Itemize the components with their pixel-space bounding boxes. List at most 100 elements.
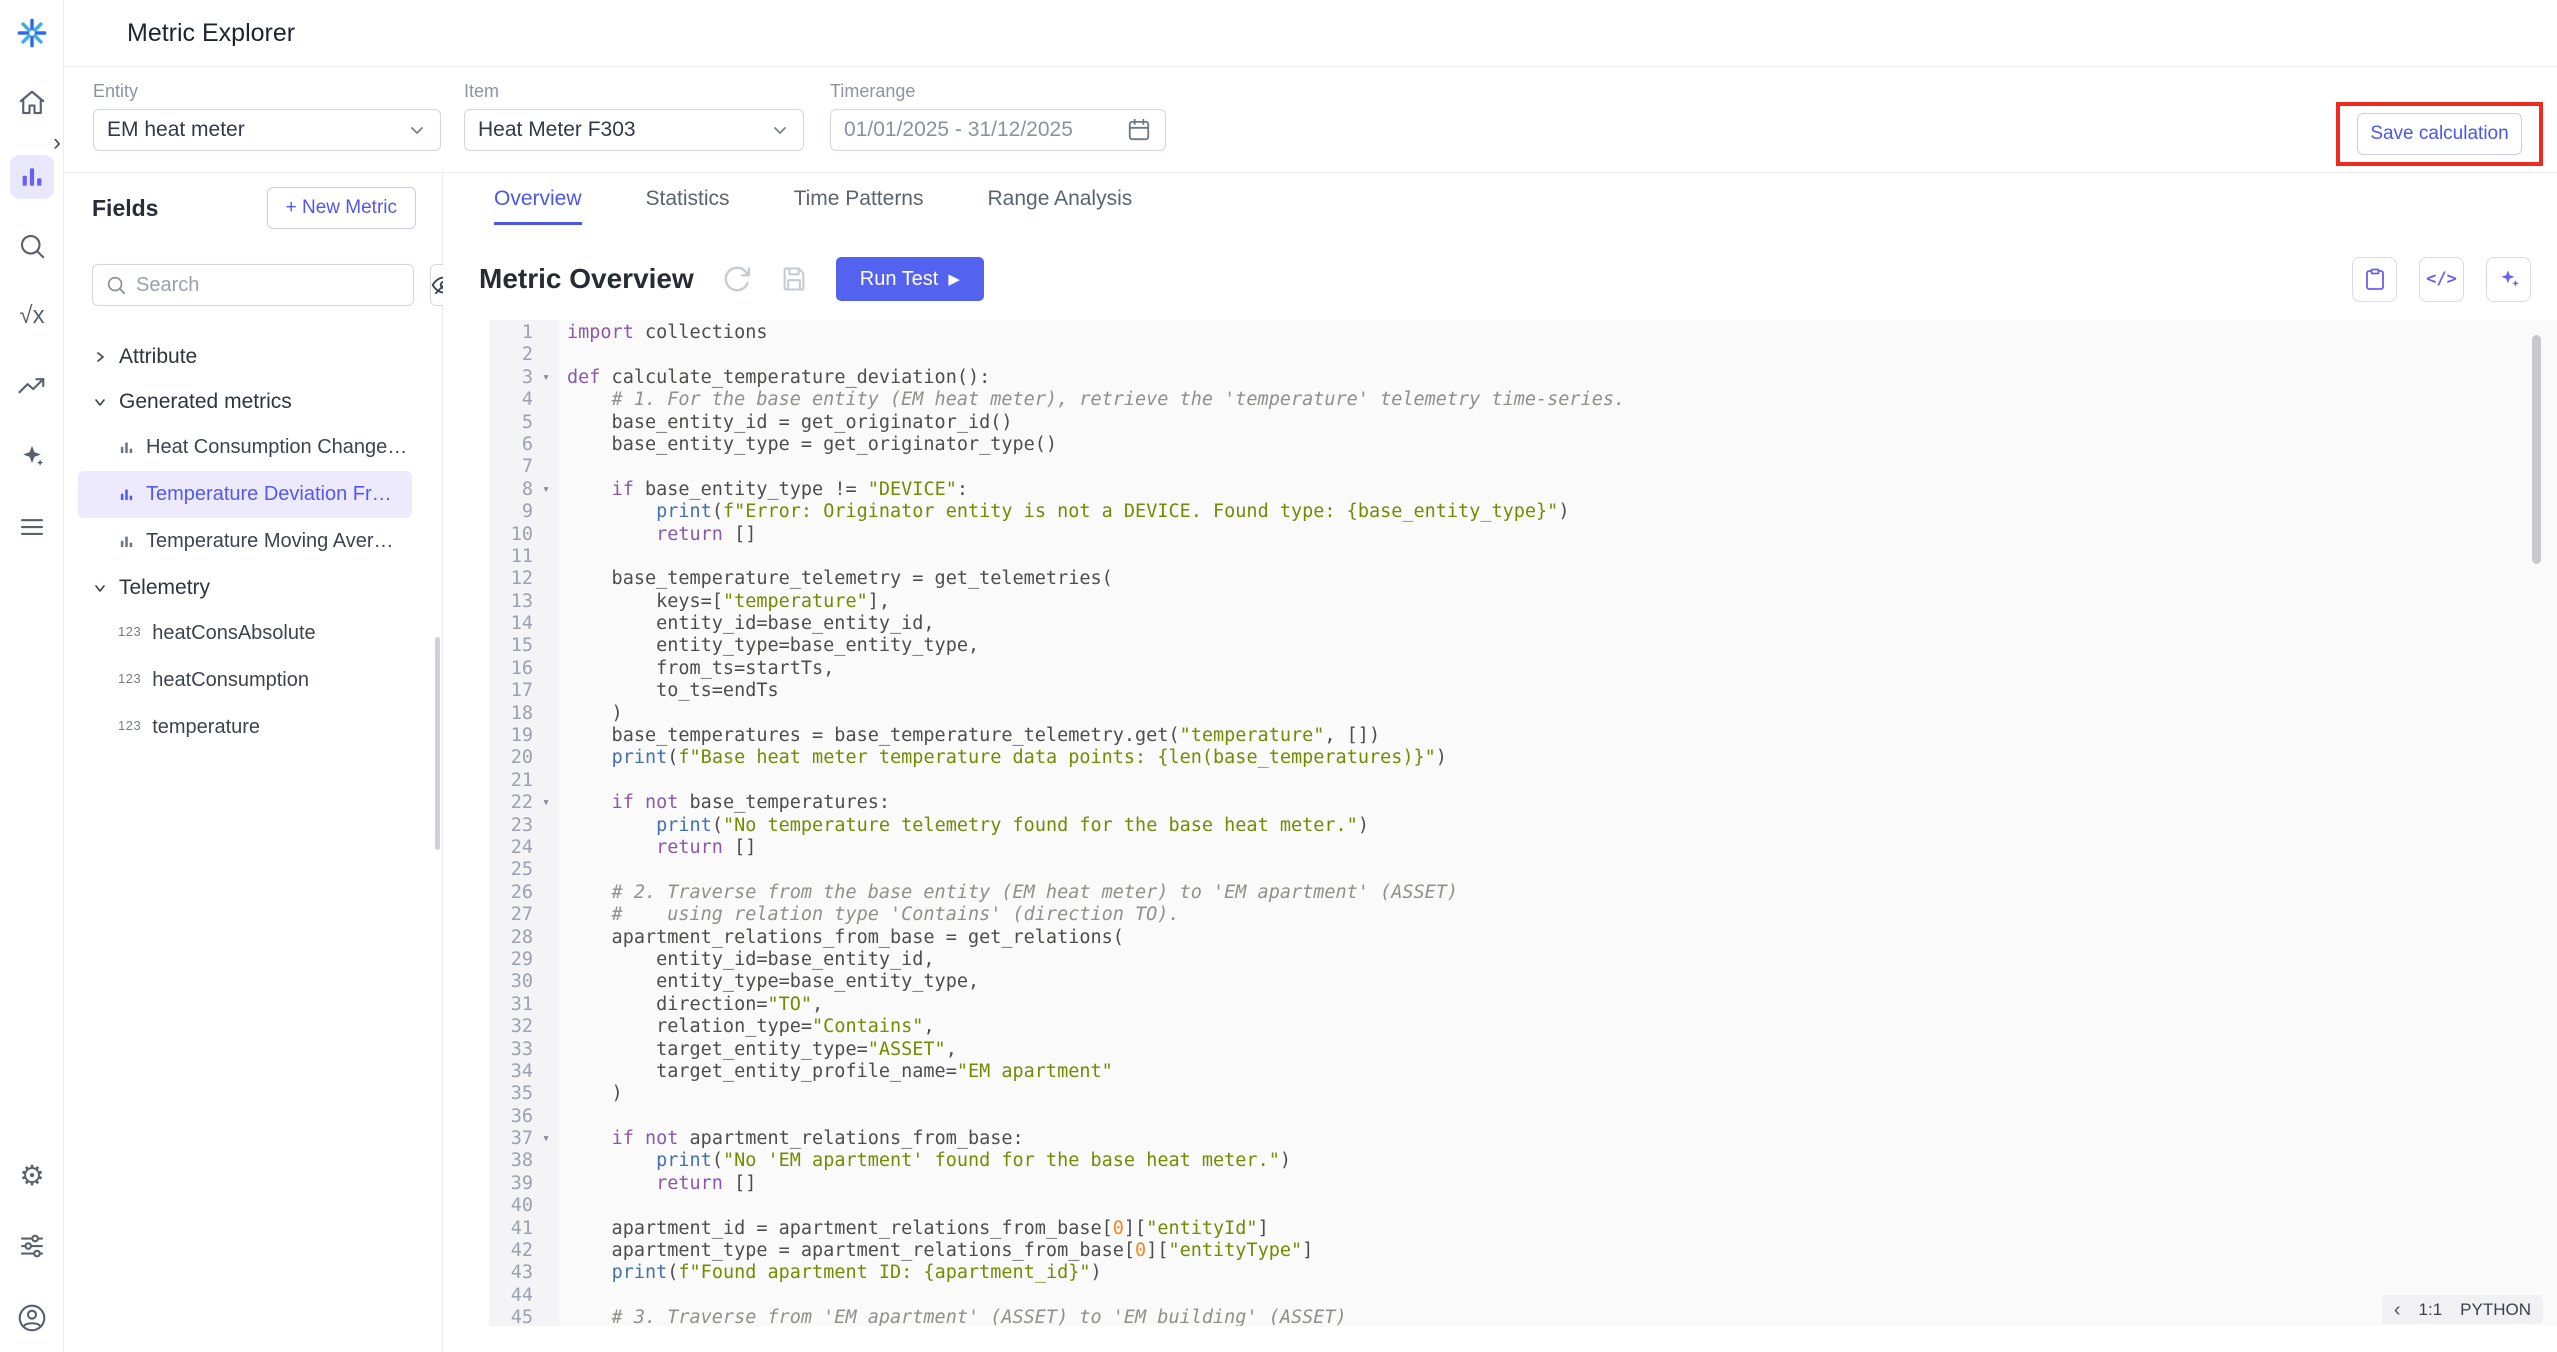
code-line[interactable]: 33 target_entity_type="ASSET", (489, 1039, 2557, 1061)
code-line[interactable]: 16 from_ts=startTs, (489, 658, 2557, 680)
code-text (559, 546, 567, 568)
code-line[interactable]: 17 to_ts=endTs (489, 680, 2557, 702)
code-line[interactable]: 8▾ if base_entity_type != "DEVICE": (489, 479, 2557, 501)
numeric-type-icon: 123 (118, 718, 141, 733)
tree-item[interactable]: 123temperature (78, 704, 412, 751)
settings-gear-icon[interactable]: ⚙ (19, 1162, 44, 1190)
code-line[interactable]: 5 base_entity_id = get_originator_id() (489, 412, 2557, 434)
code-line[interactable]: 19 base_temperatures = base_temperature_… (489, 725, 2557, 747)
tree-item[interactable]: 123heatConsumption (78, 657, 412, 704)
fold-marker-icon[interactable]: ▾ (533, 367, 559, 389)
search-box[interactable] (92, 264, 414, 306)
tab-statistics[interactable]: Statistics (646, 187, 730, 225)
trend-icon[interactable] (17, 371, 47, 401)
formula-icon[interactable]: √x (19, 302, 44, 330)
editor-scrollbar[interactable] (2532, 335, 2541, 564)
code-line[interactable]: 38 print("No 'EM apartment' found for th… (489, 1150, 2557, 1172)
code-view-button[interactable]: </> (2419, 257, 2464, 302)
code-line[interactable]: 44 (489, 1285, 2557, 1307)
code-line[interactable]: 20 print(f"Base heat meter temperature d… (489, 747, 2557, 769)
code-line[interactable]: 40 (489, 1195, 2557, 1217)
code-line[interactable]: 14 entity_id=base_entity_id, (489, 613, 2557, 635)
code-line[interactable]: 42 apartment_type = apartment_relations_… (489, 1240, 2557, 1262)
tab-range-analysis[interactable]: Range Analysis (988, 187, 1133, 225)
tree-item[interactable]: Temperature Moving Aver… (78, 518, 412, 565)
code-line[interactable]: 21 (489, 770, 2557, 792)
code-line[interactable]: 28 apartment_relations_from_base = get_r… (489, 927, 2557, 949)
code-line[interactable]: 22▾ if not base_temperatures: (489, 792, 2557, 814)
tab-overview[interactable]: Overview (494, 187, 582, 225)
save-draft-button[interactable] (780, 265, 808, 293)
code-line[interactable]: 6 base_entity_type = get_originator_type… (489, 434, 2557, 456)
timerange-label: Timerange (830, 81, 1166, 102)
code-line[interactable]: 23 print("No temperature telemetry found… (489, 815, 2557, 837)
code-line[interactable]: 31 direction="TO", (489, 994, 2557, 1016)
tree-section-telemetry[interactable]: Telemetry (78, 565, 416, 610)
code-line[interactable]: 36 (489, 1106, 2557, 1128)
app-logo-icon[interactable] (16, 17, 48, 49)
code-line[interactable]: 9 print(f"Error: Originator entity is no… (489, 501, 2557, 523)
code-line[interactable]: 13 keys=["temperature"], (489, 591, 2557, 613)
code-line[interactable]: 18 ) (489, 703, 2557, 725)
code-line[interactable]: 11 (489, 546, 2557, 568)
copy-clipboard-button[interactable] (2352, 257, 2397, 302)
explore-search-icon[interactable] (17, 231, 47, 261)
tab-time-patterns[interactable]: Time Patterns (794, 187, 924, 225)
run-test-button[interactable]: Run Test ▶ (836, 257, 984, 301)
fold-marker-icon[interactable]: ▾ (533, 1128, 559, 1150)
code-text (559, 859, 567, 881)
code-line[interactable]: 4 # 1. For the base entity (EM heat mete… (489, 389, 2557, 411)
code-line[interactable]: 15 entity_type=base_entity_type, (489, 635, 2557, 657)
menu-lines-icon[interactable] (17, 512, 47, 542)
sidebar-expand-icon[interactable]: › (53, 131, 61, 155)
code-line[interactable]: 25 (489, 859, 2557, 881)
item-select[interactable]: Heat Meter F303 (464, 109, 804, 151)
tree-item[interactable]: Heat Consumption Change… (78, 424, 412, 471)
ai-assist-button[interactable] (2486, 257, 2531, 302)
code-line[interactable]: 2 (489, 344, 2557, 366)
code-line[interactable]: 30 entity_type=base_entity_type, (489, 971, 2557, 993)
timerange-picker[interactable]: 01/01/2025 - 31/12/2025 (830, 109, 1166, 151)
user-avatar-icon[interactable] (16, 1302, 48, 1334)
sparkle-icon[interactable] (17, 442, 47, 472)
annotation-highlight: Save calculation (2336, 102, 2543, 166)
entity-select[interactable]: EM heat meter (93, 109, 441, 151)
code-line[interactable]: 45 # 3. Traverse from 'EM apartment' (AS… (489, 1307, 2557, 1326)
code-line[interactable]: 43 print(f"Found apartment ID: {apartmen… (489, 1262, 2557, 1284)
tree-item[interactable]: Temperature Deviation Fr… (78, 471, 412, 518)
code-line[interactable]: 24 return [] (489, 837, 2557, 859)
search-input[interactable] (136, 274, 401, 297)
code-line[interactable]: 29 entity_id=base_entity_id, (489, 949, 2557, 971)
statusbar-collapse-icon[interactable]: ‹ (2394, 1300, 2401, 1320)
fold-marker-icon[interactable]: ▾ (533, 479, 559, 501)
code-line[interactable]: 26 # 2. Traverse from the base entity (E… (489, 882, 2557, 904)
code-line[interactable]: 41 apartment_id = apartment_relations_fr… (489, 1218, 2557, 1240)
code-line[interactable]: 1import collections (489, 322, 2557, 344)
code-line[interactable]: 7 (489, 456, 2557, 478)
code-line[interactable]: 10 return [] (489, 524, 2557, 546)
refresh-button[interactable] (722, 264, 752, 294)
tree-section-generated-metrics[interactable]: Generated metrics (78, 379, 416, 424)
code-text: keys=["temperature"], (559, 591, 890, 613)
code-line[interactable]: 35 ) (489, 1083, 2557, 1105)
code-line[interactable]: 27 # using relation type 'Contains' (dir… (489, 904, 2557, 926)
language-badge: PYTHON (2460, 1300, 2531, 1320)
home-icon[interactable] (17, 88, 47, 118)
save-calculation-button[interactable]: Save calculation (2357, 113, 2522, 155)
code-line[interactable]: 12 base_temperature_telemetry = get_tele… (489, 568, 2557, 590)
sliders-icon[interactable] (17, 1231, 47, 1261)
new-metric-button[interactable]: + New Metric (267, 187, 416, 229)
code-line[interactable]: 39 return [] (489, 1173, 2557, 1195)
tree-section-attribute[interactable]: Attribute (78, 334, 416, 379)
fields-panel-scrollbar[interactable] (435, 637, 440, 850)
sidebar-item-metric-explorer[interactable] (10, 155, 54, 199)
tree-item[interactable]: 123heatConsAbsolute (78, 610, 412, 657)
code-editor[interactable]: 1import collections23▾def calculate_temp… (489, 320, 2557, 1326)
code-line[interactable]: 3▾def calculate_temperature_deviation(): (489, 367, 2557, 389)
fold-spacer (533, 725, 559, 747)
fold-marker-icon[interactable]: ▾ (533, 792, 559, 814)
code-line[interactable]: 37▾ if not apartment_relations_from_base… (489, 1128, 2557, 1150)
code-line[interactable]: 34 target_entity_profile_name="EM apartm… (489, 1061, 2557, 1083)
code-text: return [] (559, 1173, 756, 1195)
code-line[interactable]: 32 relation_type="Contains", (489, 1016, 2557, 1038)
